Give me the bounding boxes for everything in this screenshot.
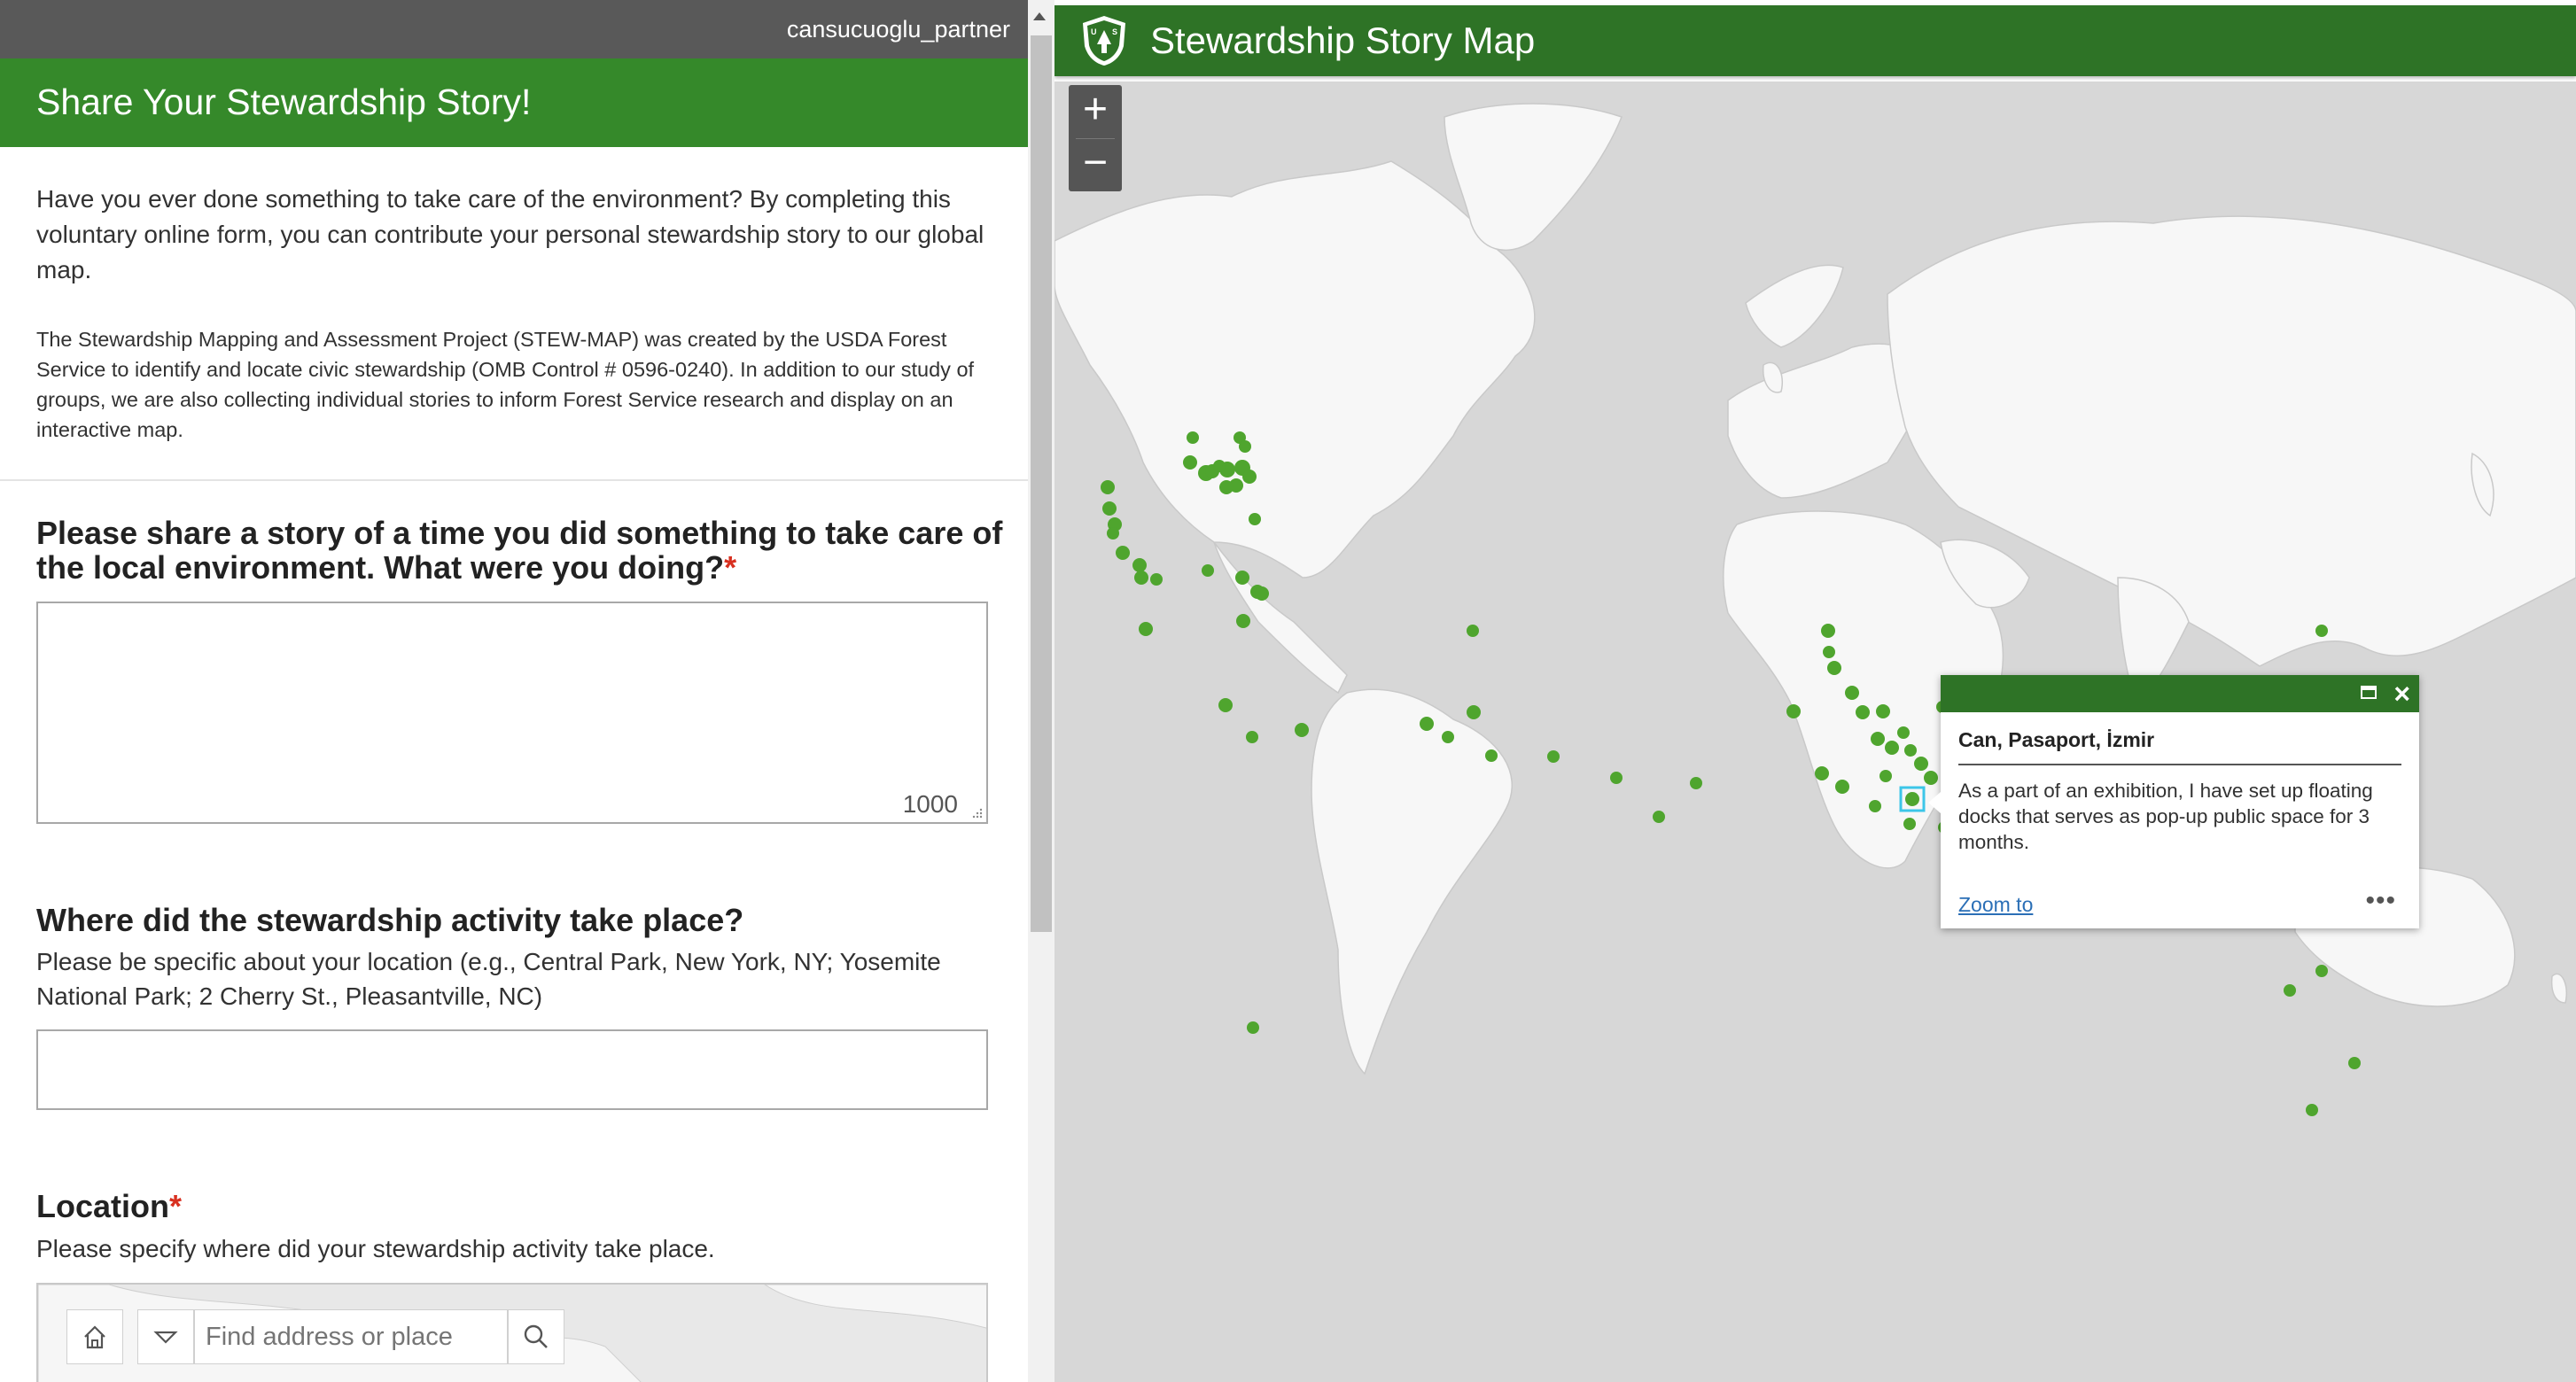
form-intro: Have you ever done something to take car… [36,185,984,283]
username-label[interactable]: cansucuoglu_partner [787,16,1010,43]
zoom-out-button[interactable]: − [1069,138,1122,191]
close-icon[interactable]: × [2393,679,2410,709]
zoom-control: + − [1069,85,1122,191]
user-bar: cansucuoglu_partner [0,0,1028,58]
maximize-icon[interactable] [2361,686,2377,699]
popup-pointer [1928,792,1941,813]
chevron-down-icon [153,1331,178,1344]
search-icon [524,1324,548,1348]
svg-text:S: S [1112,27,1117,36]
story-question-text: Please share a story of a time you did s… [36,515,1003,586]
required-mark: * [169,1188,183,1224]
story-question: Please share a story of a time you did s… [36,516,1011,585]
form-scrollbar[interactable] [1028,0,1055,1382]
zoom-in-button[interactable]: + [1069,85,1122,138]
where-help-text: Please be specific about your location (… [36,948,941,1010]
survey-form-panel: cansucuoglu_partner Share Your Stewardsh… [0,0,1028,1382]
zoom-to-link[interactable]: Zoom to [1958,893,2033,917]
more-options-icon[interactable]: ••• [2365,886,2396,916]
popup-title: Can, Pasaport, İzmir [1958,728,2155,751]
char-limit-counter: 1000 [902,790,958,818]
story-popup: × Can, Pasaport, İzmir As a part of an e… [1928,675,2419,928]
scroll-up-arrow-icon[interactable] [1033,12,1046,20]
form-header: Share Your Stewardship Story! [0,58,1028,147]
section-divider [0,479,1028,481]
map-header: U S Stewardship Story Map [1055,5,2576,76]
popup-title-divider [1958,764,2401,765]
popup-story-text: As a part of an exhibition, I have set u… [1958,780,2373,853]
form-title: Share Your Stewardship Story! [36,82,532,122]
form-intro-detail: The Stewardship Mapping and Assessment P… [36,328,975,441]
resize-grip-icon[interactable] [970,806,983,819]
world-map[interactable]: + − × Can, Pasaport, İzmir As a part of … [1055,82,2576,1382]
location-help-text: Please specify where did your stewardshi… [36,1235,715,1262]
where-question: Where did the stewardship activity take … [36,902,744,938]
map-title: Stewardship Story Map [1150,19,1536,61]
location-picker-map[interactable] [36,1283,988,1382]
location-question: Location* [36,1189,182,1223]
forest-service-shield-icon: U S [1083,16,1125,66]
where-input[interactable] [36,1029,988,1110]
required-mark: * [724,549,737,586]
search-source-dropdown[interactable] [137,1309,194,1364]
search-input[interactable] [194,1309,508,1364]
svg-text:U: U [1091,27,1097,36]
story-textarea[interactable]: 1000 [36,602,988,824]
story-map-panel: U S Stewardship Story Map + − × Can, Pas… [1055,0,2576,1382]
home-button[interactable] [66,1309,123,1364]
location-question-text: Location [36,1188,169,1224]
popup-header: × [1941,675,2419,712]
home-icon [84,1325,105,1349]
search-button[interactable] [508,1309,564,1364]
scrollbar-thumb[interactable] [1031,35,1052,932]
